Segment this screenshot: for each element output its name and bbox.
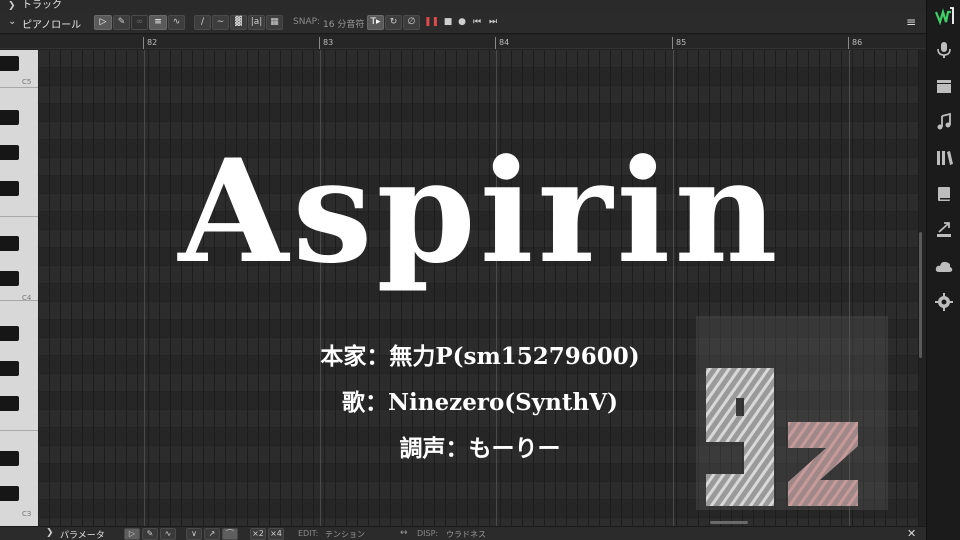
param-x4-button[interactable]: ×4 [268,528,284,540]
menu-icon[interactable]: ≡ [906,16,918,28]
disp-label: DISP: [417,529,439,538]
piano-roll-label: ピアノロール [22,20,82,31]
black-key[interactable] [0,486,19,501]
key-divider [0,300,38,301]
track-section-header[interactable]: ❯ トラック [0,0,926,12]
note-label-c3: C3 [22,510,32,518]
skip-forward-icon[interactable]: ⏭ [486,16,500,29]
microphone-icon[interactable] [934,40,954,60]
link-tool-button[interactable]: ∞ [131,15,148,30]
clapperboard-icon[interactable] [934,76,954,96]
edit-parameter-select[interactable]: テンション [325,529,365,540]
gear-icon[interactable] [934,292,954,312]
note-split-tool-button[interactable]: ≡ [149,15,167,30]
mute-toggle-button[interactable]: ∅ [403,15,420,30]
loop-toggle-button[interactable]: ↻ [385,15,402,30]
black-key[interactable] [0,56,19,71]
export-icon[interactable] [934,220,954,240]
timeline-ruler[interactable]: 82 83 84 85 86 [0,35,926,49]
credit-original: 本家：無力P(sm15279600) [320,343,640,370]
wave-view-button[interactable]: ∼ [212,15,229,30]
param-down-button[interactable]: ∨ [186,528,202,540]
chevron-right-icon[interactable]: ❯ [46,528,54,538]
param-x2-button[interactable]: ×2 [250,528,266,540]
chevron-right-icon[interactable]: ❯ [8,0,16,12]
book-icon[interactable] [934,184,954,204]
piano-roll-toolbar: ⌄ ピアノロール ▷ ✎ ∞ ≡ ∿ ∕ ∼ ▓ |a| ▦ SNAP: 16 … [0,12,926,34]
triplet-toggle-button[interactable]: T▸ [367,15,384,30]
parameter-section-label: パラメータ [60,531,105,540]
bar-number: 82 [143,37,157,49]
bar-number: 85 [672,37,686,49]
cloud-icon[interactable] [934,256,954,276]
logo-icon [934,7,954,26]
credit-singer: 歌：Ninezero(SynthV) [342,389,618,416]
stop-icon[interactable]: ■ [441,16,455,29]
swap-icon[interactable]: ↔ [400,528,408,538]
library-icon[interactable] [934,148,954,168]
pause-icon[interactable]: ❚❚ [424,16,439,29]
bar-number: 84 [495,37,509,49]
note-label-c5: C5 [22,78,32,86]
note-label-c4: C4 [22,294,32,302]
bar-number: 83 [319,37,333,49]
display-parameter-select[interactable]: ウラドネス [446,529,486,540]
close-icon[interactable]: ✕ [907,527,916,540]
param-pencil-button[interactable]: ✎ [142,528,158,540]
edit-label: EDIT: [298,529,319,538]
phoneme-view-button[interactable]: |a| [248,15,265,30]
param-smooth-button[interactable]: ⌒ [222,528,238,540]
param-curve-button[interactable]: ∿ [160,528,176,540]
param-line-button[interactable]: ↗ [204,528,220,540]
right-sidebar [926,0,960,540]
param-pointer-button[interactable]: ▷ [124,528,140,540]
parameter-section-header: ❯ パラメータ ▷ ✎ ∿ ∨ ↗ ⌒ ×2 ×4 EDIT: テンション ↔ … [0,526,926,540]
track-section-label: トラック [22,0,62,11]
black-key[interactable] [0,110,19,125]
waveform-view-button[interactable]: ▓ [230,15,247,30]
skip-back-icon[interactable]: ⏮ [470,16,484,29]
snap-label: SNAP: [293,17,321,27]
horizontal-scrollbar[interactable] [710,521,748,524]
pointer-tool-button[interactable]: ▷ [94,15,112,30]
credit-tuner: 調声：もーりー [399,435,561,462]
music-note-icon[interactable] [934,112,954,132]
bar-number: 86 [848,37,862,49]
pencil-tool-button[interactable]: ✎ [113,15,130,30]
record-icon[interactable]: ● [455,16,469,29]
line-view-button[interactable]: ∕ [194,15,211,30]
key-divider [0,87,38,88]
clapper-view-button[interactable]: ▦ [266,15,283,30]
chevron-down-icon[interactable]: ⌄ [8,16,16,27]
song-title: Aspirin [178,129,782,295]
snap-select[interactable]: 16 分音符 [323,17,364,30]
pitch-curve-tool-button[interactable]: ∿ [168,15,185,30]
